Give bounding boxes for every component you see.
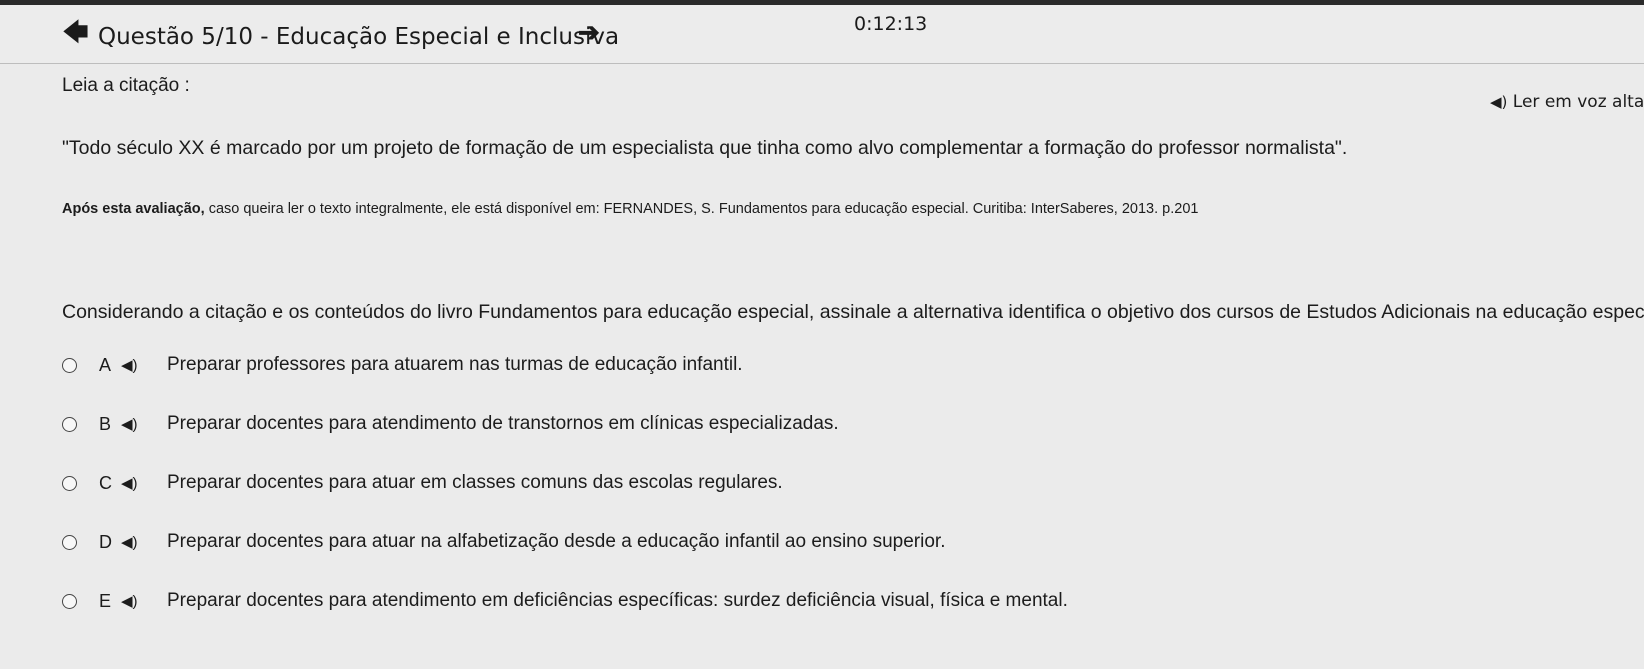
radio-button[interactable] — [62, 416, 77, 432]
option-text: Preparar docentes para atendimento de tr… — [167, 413, 839, 434]
speaker-icon[interactable]: ◀) — [121, 474, 167, 492]
option-c[interactable]: C ◀) Preparar docentes para atuar em cla… — [62, 472, 783, 494]
option-letter: D — [99, 531, 112, 552]
option-text: Preparar docentes para atuar em classes … — [167, 472, 783, 493]
speaker-icon[interactable]: ◀) — [121, 533, 167, 551]
read-aloud-label: Ler em voz alta — [1512, 92, 1644, 112]
option-e[interactable]: E ◀) Preparar docentes para atendimento … — [62, 590, 1068, 612]
question-text: Considerando a citação e os conteúdos do… — [62, 301, 1644, 323]
option-letter: A — [99, 354, 112, 375]
question-title: Questão 5/10 - Educação Especial e Inclu… — [98, 24, 620, 50]
read-aloud-button[interactable]: ◀) Ler em voz alta — [1490, 92, 1644, 112]
question-header: 🡄 Questão 5/10 - Educação Especial e Inc… — [0, 5, 1644, 64]
speaker-icon[interactable]: ◀) — [121, 356, 167, 374]
arrow-left-icon[interactable]: 🡄 — [62, 19, 89, 45]
option-letter: C — [99, 472, 112, 493]
radio-button[interactable] — [62, 534, 77, 550]
option-text: Preparar professores para atuarem nas tu… — [167, 354, 743, 375]
timer: 0:12:13 — [854, 13, 928, 35]
source-text: caso queira ler o texto integralmente, e… — [204, 201, 1199, 217]
option-text: Preparar docentes para atuar na alfabeti… — [167, 531, 946, 552]
arrow-right-icon[interactable]: ➔ — [578, 19, 600, 45]
source-bold: Após esta avaliação, — [62, 201, 205, 217]
speaker-icon[interactable]: ◀) — [121, 415, 167, 433]
option-d[interactable]: D ◀) Preparar docentes para atuar na alf… — [62, 531, 945, 553]
option-b[interactable]: B ◀) Preparar docentes para atendimento … — [62, 413, 839, 435]
citation-quote: "Todo século XX é marcado por um projeto… — [62, 137, 1348, 159]
speaker-icon[interactable]: ◀) — [121, 592, 167, 610]
radio-button[interactable] — [62, 357, 77, 373]
speaker-icon: ◀) — [1490, 93, 1508, 111]
option-text: Preparar docentes para atendimento em de… — [167, 590, 1068, 611]
radio-button[interactable] — [62, 475, 77, 491]
citation-source: Após esta avaliação, caso queira ler o t… — [62, 201, 1198, 217]
option-letter: B — [99, 413, 112, 434]
option-letter: E — [99, 590, 112, 611]
option-a[interactable]: A ◀) Preparar professores para atuarem n… — [62, 354, 743, 376]
prompt-label: Leia a citação : — [62, 75, 190, 96]
radio-button[interactable] — [62, 593, 77, 609]
